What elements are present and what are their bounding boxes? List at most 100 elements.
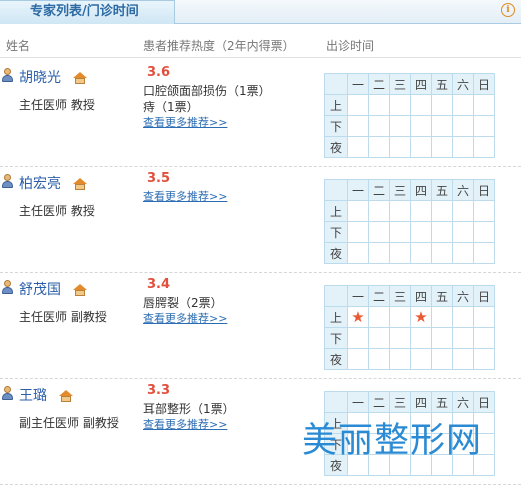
header-divider [0,57,521,58]
schedule-day-header: 三 [389,179,411,201]
schedule-day-header: 一 [347,73,369,95]
tab-bar: 专家列表/门诊时间 i [0,0,521,24]
schedule-cell [410,327,432,349]
schedule-cell [368,306,390,328]
schedule-corner [324,73,348,95]
schedule-cell [431,327,453,349]
schedule-day-header: 一 [347,179,369,201]
schedule-cell [452,136,474,158]
schedule-cell [431,242,453,264]
schedule-cell [389,94,411,116]
schedule-cell [452,94,474,116]
clinic-star-icon[interactable]: ★ [351,308,364,326]
schedule-day-header: 三 [389,73,411,95]
recommend-item: 唇腭裂（2票） [143,296,223,310]
homepage-icon[interactable] [73,72,87,84]
schedule-cell [452,242,474,264]
more-recommendations-link[interactable]: 查看更多推荐>> [143,114,227,130]
clinic-star-icon[interactable]: ★ [414,308,427,326]
doctor-title: 主任医师 副教授 [19,310,107,324]
schedule-cell [410,94,432,116]
schedule-cell [452,327,474,349]
schedule-day-header: 日 [473,391,495,413]
schedule-cell [368,136,390,158]
schedule-cell [368,221,390,243]
schedule-cell [473,94,495,116]
column-header-recommend: 患者推荐热度（2年内得票） [143,39,295,53]
schedule-cell [347,94,369,116]
schedule-cell [368,348,390,370]
schedule-cell [368,200,390,222]
schedule-period-header: 上 [324,306,348,328]
homepage-icon[interactable] [59,390,73,402]
schedule-cell [452,115,474,137]
doctor-name-link[interactable]: 王璐 [19,385,47,405]
info-icon[interactable]: i [501,3,515,17]
doctor-title: 主任医师 教授 [19,98,95,112]
schedule-day-header: 四 [410,179,432,201]
recommend-item: 耳部整形（1票） [143,402,235,416]
schedule-cell [473,115,495,137]
homepage-icon[interactable] [73,178,87,190]
schedule-cell [347,136,369,158]
schedule-cell [389,306,411,328]
schedule-day-header: 二 [368,391,390,413]
schedule-cell [389,136,411,158]
schedule-day-header: 五 [431,179,453,201]
recommend-score: 3.6 [147,65,171,80]
schedule-day-header: 日 [473,73,495,95]
schedule-cell [431,136,453,158]
schedule-table: 一二三四五六日上 ★ ★ 下夜 [324,285,495,370]
more-recommendations-link[interactable]: 查看更多推荐>> [143,310,227,326]
schedule-cell [431,200,453,222]
schedule-cell [347,200,369,222]
schedule-cell [347,348,369,370]
recommend-item: 口腔颌面部损伤（1票） [143,84,271,98]
schedule-corner [324,179,348,201]
more-recommendations-link[interactable]: 查看更多推荐>> [143,188,227,204]
homepage-icon[interactable] [73,284,87,296]
schedule-cell [452,348,474,370]
schedule-day-header: 三 [389,391,411,413]
schedule-cell [431,94,453,116]
schedule-cell[interactable]: ★ [347,306,369,328]
schedule-cell[interactable]: ★ [410,306,432,328]
tab-expert-list[interactable]: 专家列表/门诊时间 [0,0,175,24]
schedule-corner [324,285,348,307]
schedule-cell [410,242,432,264]
schedule-day-header: 一 [347,391,369,413]
schedule-cell [368,115,390,137]
schedule-period-header: 下 [324,221,348,243]
column-header-name: 姓名 [6,39,31,53]
more-recommendations-link[interactable]: 查看更多推荐>> [143,416,227,432]
schedule-cell [389,115,411,137]
schedule-cell [473,242,495,264]
schedule-day-header: 五 [431,285,453,307]
schedule-cell [431,115,453,137]
schedule-corner [324,391,348,413]
doctor-row: 胡晓光 主任医师 教授 3.6 口腔颌面部损伤（1票） 痔（1票） 查看更多推荐>> 一二三… [0,60,521,167]
schedule-period-header: 夜 [324,242,348,264]
doctor-name-link[interactable]: 舒茂国 [19,279,61,299]
schedule-day-header: 四 [410,285,432,307]
doctor-avatar-icon [2,280,13,294]
schedule-cell [368,327,390,349]
schedule-period-header: 下 [324,115,348,137]
schedule-period-header: 上 [324,200,348,222]
schedule-cell [347,327,369,349]
schedule-period-header: 下 [324,327,348,349]
schedule-day-header: 四 [410,391,432,413]
schedule-day-header: 四 [410,73,432,95]
schedule-cell [473,327,495,349]
schedule-cell [473,348,495,370]
doctor-row: 柏宏亮主任医师 教授 3.5 查看更多推荐>> 一二三四五六日上下夜 [0,166,521,273]
recommend-score: 3.5 [147,171,171,186]
doctor-title: 主任医师 教授 [19,204,95,218]
schedule-period-header: 夜 [324,348,348,370]
doctor-name-link[interactable]: 柏宏亮 [19,173,61,193]
schedule-cell [410,221,432,243]
schedule-day-header: 六 [452,391,474,413]
doctor-name-link[interactable]: 胡晓光 [19,67,61,87]
schedule-table: 一二三四五六日上下夜 [324,179,495,264]
schedule-day-header: 六 [452,179,474,201]
